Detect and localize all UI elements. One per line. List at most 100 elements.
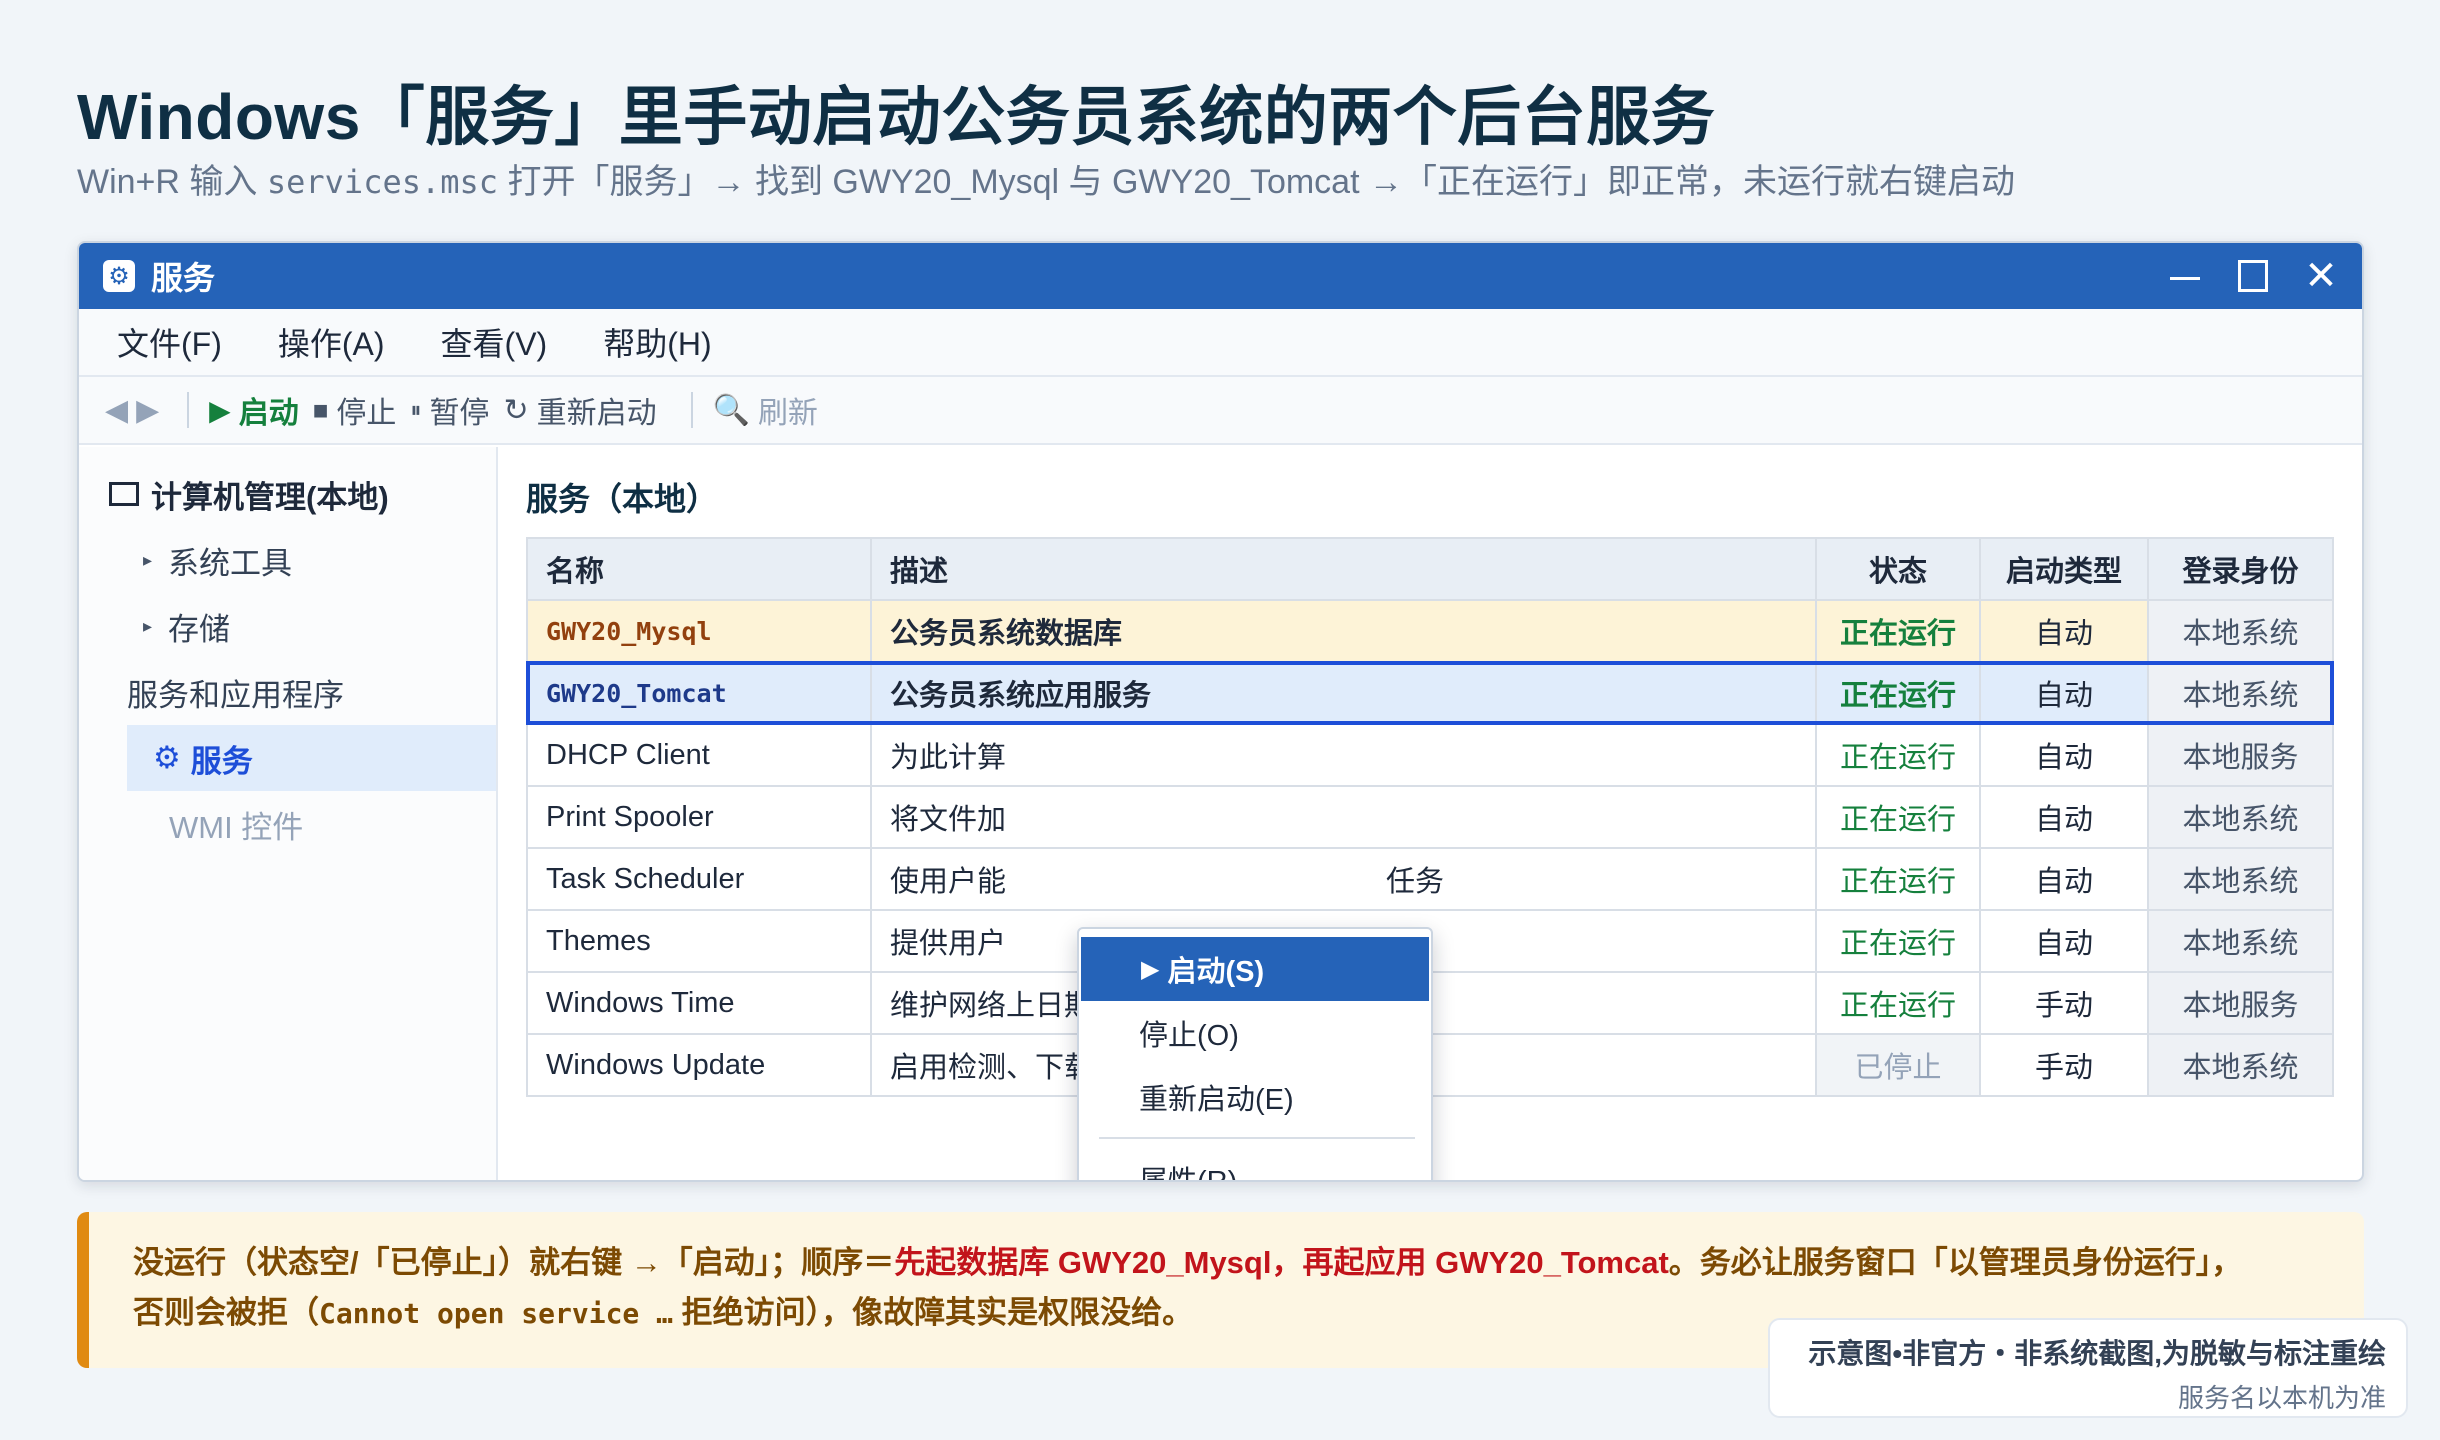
minimize-button[interactable] (2170, 261, 2200, 291)
navigation-tree: 计算机管理(本地) ▸ 系统工具 ▸ 存储 服务和应用程序 ⚙ 服务 WMI 控… (79, 447, 498, 1180)
pause-icon: ⏸ (410, 397, 422, 422)
context-start[interactable]: ▶ 启动(S) (1081, 937, 1429, 1001)
service-name: GWY20_Tomcat (526, 661, 872, 725)
context-properties[interactable]: 属性(R) (1079, 1147, 1431, 1180)
toolbar: ◀ ▶ ▶ 启动 ■ 停止 ⏸ 暂停 ↻ 重新启动 🔍 刷新 (79, 377, 2362, 445)
pause-label: 暂停 (429, 397, 490, 430)
service-type: 手动 (1979, 1033, 2149, 1097)
stop-icon: ■ (312, 394, 329, 425)
tree-item-storage[interactable]: ▸ 存储 (79, 593, 496, 659)
disclaimer-badge: 示意图•非官方・非系统截图,为脱敏与标注重绘 服务名以本机为准 (1768, 1318, 2408, 1418)
menu-view[interactable]: 查看(V) (441, 319, 548, 365)
computer-icon (109, 482, 139, 506)
context-menu: ▶ 启动(S) 停止(O) 重新启动(E) 属性(R) (1077, 927, 1433, 1180)
service-logon: 本地系统 (2147, 1033, 2334, 1097)
refresh-label: 刷新 (757, 397, 818, 430)
service-name: DHCP Client (526, 723, 872, 787)
menu-action[interactable]: 操作(A) (278, 319, 385, 365)
service-type: 自动 (1979, 661, 2149, 725)
table-row[interactable]: Print Spooler 将文件加 正在运行 自动 本地系统 (526, 785, 2334, 849)
service-status: 正在运行 (1815, 599, 1981, 663)
tree-item-services[interactable]: ⚙ 服务 (127, 725, 496, 791)
restart-service-button[interactable]: ↻ 重新启动 (503, 388, 656, 432)
toolbar-divider (690, 392, 693, 428)
service-desc-head: 使用户能 (890, 866, 1007, 898)
note-error-text: Cannot open service … (319, 1297, 674, 1330)
context-start-label: 启动(S) (1167, 956, 1265, 988)
pause-service-button[interactable]: ⏸ 暂停 (410, 388, 489, 432)
stop-service-button[interactable]: ■ 停止 (313, 388, 397, 432)
menu-help[interactable]: 帮助(H) (603, 319, 711, 365)
disclaimer-line-2: 服务名以本机为准 (2177, 1383, 2386, 1413)
context-stop[interactable]: 停止(O) (1079, 1001, 1431, 1065)
service-logon: 本地系统 (2147, 909, 2334, 973)
forward-arrow-icon[interactable]: ▶ (136, 393, 159, 428)
menu-bar: 文件(F) 操作(A) 查看(V) 帮助(H) (79, 309, 2362, 377)
table-row[interactable]: GWY20_Tomcat 公务员系统应用服务 正在运行 自动 本地系统 (526, 661, 2334, 725)
table-row[interactable]: Task Scheduler 使用户能 任务 正在运行 自动 本地系统 (526, 847, 2334, 911)
service-desc: 使用户能 任务 (870, 847, 1817, 911)
context-restart[interactable]: 重新启动(E) (1079, 1065, 1431, 1129)
column-header-type[interactable]: 启动类型 (1979, 537, 2149, 601)
service-status: 已停止 (1815, 1033, 1981, 1097)
caret-right-icon: ▸ (143, 615, 153, 636)
page-title: Windows「服务」里手动启动公务员系统的两个后台服务 (77, 81, 1716, 153)
column-header-status[interactable]: 状态 (1815, 537, 1981, 601)
service-logon: 本地系统 (2147, 785, 2334, 849)
tree-item-label: 服务和应用程序 (127, 677, 344, 713)
service-logon: 本地服务 (2147, 971, 2334, 1035)
window-controls: ✕ (2170, 243, 2338, 309)
note-text: 没运行（状态空/「已停止」）就右键 →「启动」；顺序＝ (133, 1245, 895, 1280)
maximize-button[interactable] (2238, 261, 2268, 291)
service-status: 正在运行 (1815, 661, 1981, 725)
service-type: 手动 (1979, 971, 2149, 1035)
start-label: 启动 (238, 397, 299, 430)
service-logon: 本地系统 (2147, 847, 2334, 911)
start-service-button[interactable]: ▶ 启动 (209, 388, 299, 432)
service-type: 自动 (1979, 599, 2149, 663)
service-desc-tail: 任务 (1386, 866, 1445, 898)
gear-icon: ⚙ (153, 740, 181, 775)
table-header: 名称 描述 状态 启动类型 登录身份 (526, 537, 2334, 601)
column-header-desc[interactable]: 描述 (870, 537, 1817, 601)
restart-icon: ↻ (503, 393, 529, 427)
table-row[interactable]: DHCP Client 为此计算 正在运行 自动 本地服务 (526, 723, 2334, 787)
service-logon: 本地系统 (2147, 661, 2334, 725)
back-arrow-icon[interactable]: ◀ (105, 393, 128, 428)
tree-item-services-apps[interactable]: 服务和应用程序 (79, 659, 496, 725)
window-title: 服务 (151, 260, 216, 296)
restart-label: 重新启动 (536, 397, 657, 430)
service-name: Print Spooler (526, 785, 872, 849)
service-type: 自动 (1979, 847, 2149, 911)
search-icon: 🔍 (712, 393, 750, 427)
tree-item-wmi[interactable]: WMI 控件 (79, 791, 496, 857)
subtitle-post: 打开「服务」→ 找到 GWY20_Mysql 与 GWY20_Tomcat →「… (498, 163, 2015, 201)
note-text: 。务必让服务窗口「以管理员身份运行」， (1668, 1245, 2243, 1280)
caret-right-icon: ▸ (143, 549, 153, 570)
column-header-logon[interactable]: 登录身份 (2147, 537, 2334, 601)
gear-icon: ⚙ (103, 260, 135, 292)
service-name: Windows Time (526, 971, 872, 1035)
refresh-button[interactable]: 🔍 刷新 (713, 388, 818, 432)
column-header-name[interactable]: 名称 (526, 537, 872, 601)
service-logon: 本地系统 (2147, 599, 2334, 663)
note-text: 拒绝访问），像故障其实是权限没给。 (673, 1295, 1194, 1330)
service-status: 正在运行 (1815, 971, 1981, 1035)
service-desc: 将文件加 (870, 785, 1817, 849)
service-desc: 为此计算 (870, 723, 1817, 787)
note-highlight: 先起数据库 GWY20_Mysql，再起应用 GWY20_Tomcat (894, 1245, 1669, 1280)
subtitle-command: services.msc (266, 163, 499, 201)
service-name: GWY20_Mysql (526, 599, 872, 663)
play-icon: ▶ (209, 394, 231, 426)
stop-label: 停止 (336, 397, 397, 430)
tree-root[interactable]: 计算机管理(本地) (79, 461, 496, 527)
subtitle-pre: Win+R 输入 (77, 163, 267, 201)
tree-item-label: 服务 (190, 743, 253, 779)
page-subtitle: Win+R 输入 services.msc 打开「服务」→ 找到 GWY20_M… (77, 154, 2015, 203)
table-row[interactable]: GWY20_Mysql 公务员系统数据库 正在运行 自动 本地系统 (526, 599, 2334, 663)
window-titlebar[interactable]: ⚙ 服务 ✕ (79, 243, 2362, 309)
services-window: ⚙ 服务 ✕ 文件(F) 操作(A) 查看(V) 帮助(H) ◀ ▶ ▶ 启动 … (77, 241, 2364, 1182)
close-button[interactable]: ✕ (2304, 256, 2338, 296)
menu-file[interactable]: 文件(F) (117, 319, 222, 365)
tree-item-system-tools[interactable]: ▸ 系统工具 (79, 527, 496, 593)
